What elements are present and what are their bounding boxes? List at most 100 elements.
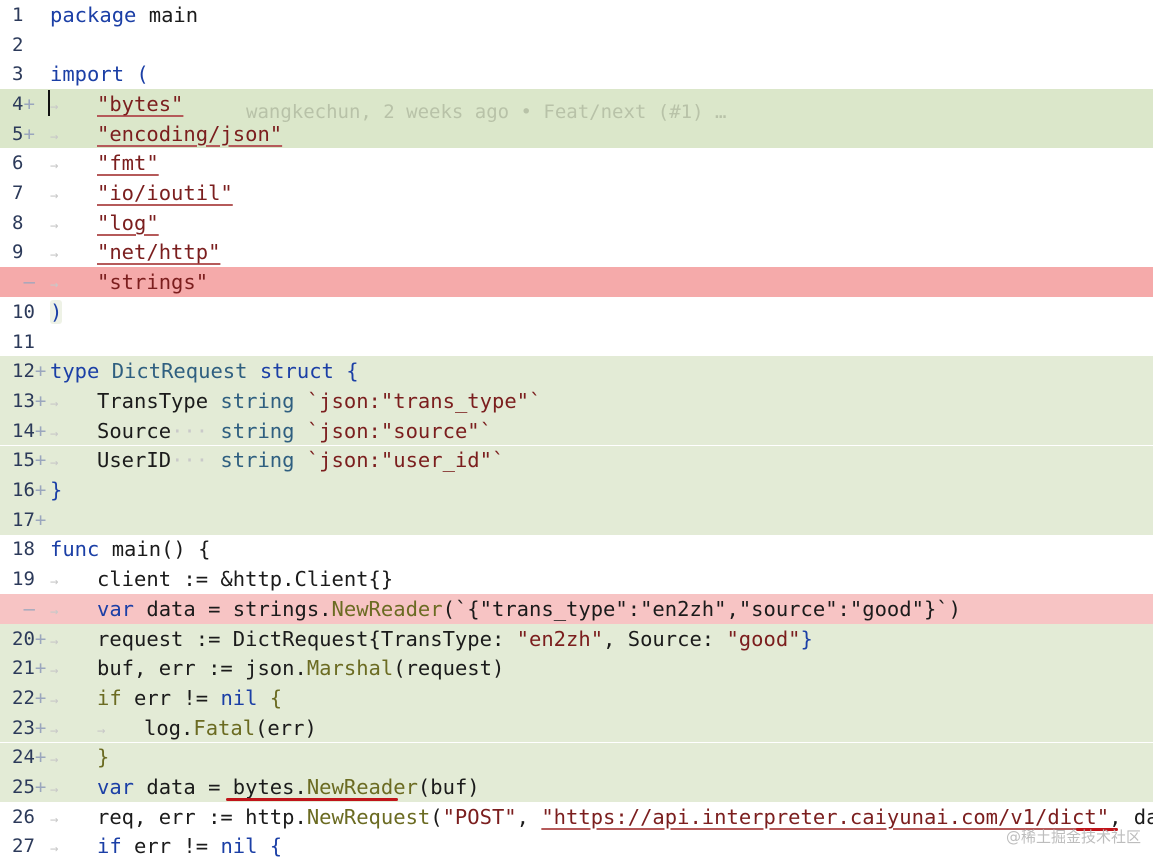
code-text: → "log" xyxy=(50,210,159,235)
code-line-removed[interactable]: — → var data = strings.NewReader(`{"trans… xyxy=(0,594,1153,624)
tab-marker: → xyxy=(50,782,59,799)
code-text: → "fmt" xyxy=(50,151,159,176)
code-text: → if err != nil { xyxy=(50,685,283,710)
code-text: import ( xyxy=(50,62,149,87)
line-number: 11 xyxy=(12,330,35,353)
code-text: func main() { xyxy=(50,537,211,562)
line-number: — xyxy=(23,271,35,294)
tab-marker: → xyxy=(50,633,59,650)
tab-marker: → xyxy=(50,455,59,472)
code-line[interactable]: 26 → req, err := http.NewRequest("POST", … xyxy=(0,802,1153,832)
code-text: → "encoding/json" xyxy=(50,121,283,146)
line-number: 6 xyxy=(12,152,24,175)
line-number: 9 xyxy=(12,241,24,264)
line-number: 7 xyxy=(12,182,24,205)
line-number: 2 xyxy=(12,33,24,56)
line-number: 17+ xyxy=(12,508,47,531)
code-line-added[interactable]: 23+ → → log.Fatal(err) xyxy=(0,712,1153,743)
code-text: package main xyxy=(50,2,199,27)
line-number: 12+ xyxy=(12,360,47,383)
code-line-removed[interactable]: — → "strings" xyxy=(0,267,1153,297)
code-text: → buf, err := json.Marshal(request) xyxy=(50,656,505,681)
code-line-added[interactable]: 25+ → var data = bytes.NewReader(buf) xyxy=(0,772,1153,802)
tab-marker: → xyxy=(50,277,59,294)
code-line-added[interactable]: 13+ → TransType string `json:"trans_type"… xyxy=(0,386,1153,416)
red-pen-underline xyxy=(226,798,398,801)
code-line[interactable]: 10 ) xyxy=(0,297,1153,327)
tab-marker: → xyxy=(50,663,59,680)
code-line-added[interactable]: 21+ → buf, err := json.Marshal(request) xyxy=(0,653,1153,684)
code-line-added[interactable]: 12+ type DictRequest struct { xyxy=(0,356,1153,387)
code-text: → request := DictRequest{TransType: "en2z… xyxy=(50,626,813,651)
tab-marker: → xyxy=(50,128,59,145)
code-text: → Source··· string `json:"source"` xyxy=(50,418,492,443)
code-line-added[interactable]: 16+ } xyxy=(0,475,1153,505)
tab-marker: → xyxy=(50,692,59,709)
line-number: 20+ xyxy=(12,627,47,650)
code-line[interactable]: 11 xyxy=(0,327,1153,357)
line-number: 8 xyxy=(12,211,24,234)
line-number: 21+ xyxy=(12,657,47,680)
line-number: 22+ xyxy=(12,686,47,709)
line-number: 10 xyxy=(12,300,35,323)
code-line[interactable]: 7 → "io/ioutil" xyxy=(0,178,1153,208)
line-number: 27 xyxy=(12,835,35,858)
line-number: 25+ xyxy=(12,776,47,799)
tab-marker: → xyxy=(50,188,59,205)
line-number: 5+ xyxy=(12,122,35,145)
code-text: → req, err := http.NewRequest("POST", "ht… xyxy=(50,804,1153,829)
code-line[interactable]: 6 → "fmt" xyxy=(0,149,1153,179)
code-text: → → log.Fatal(err) xyxy=(50,715,317,740)
code-line-added[interactable]: 17+ xyxy=(0,504,1153,535)
line-number: — xyxy=(23,597,35,620)
code-line[interactable]: 1 package main xyxy=(0,0,1153,30)
code-text: → TransType string `json:"trans_type"` xyxy=(50,388,542,413)
code-editor[interactable]: 1 package main 2 3 import ( 4+ → "bytes" … xyxy=(0,0,1153,858)
tab-marker: → xyxy=(50,811,59,828)
watermark: @稀土掘金技术社区 xyxy=(1005,828,1141,846)
tab-marker: → xyxy=(97,722,106,739)
code-line[interactable]: 27 → if err != nil { xyxy=(0,832,1153,861)
code-line-added[interactable]: 14+ → Source··· string `json:"source"` xyxy=(0,415,1153,446)
line-number: 14+ xyxy=(12,419,47,442)
tab-marker: → xyxy=(50,395,59,412)
git-blame-annotation: wangkechun, 2 weeks ago • Feat/next (#1)… xyxy=(246,101,727,123)
line-number: 26 xyxy=(12,805,35,828)
line-number: 15+ xyxy=(12,449,47,472)
line-number: 16+ xyxy=(12,479,47,502)
code-line[interactable]: 9 → "net/http" xyxy=(0,238,1153,268)
tab-marker: → xyxy=(50,158,59,175)
code-text: →} xyxy=(50,745,110,770)
code-text: ) xyxy=(50,299,63,324)
code-text: → client := &http.Client{} xyxy=(50,567,394,592)
tab-marker: → xyxy=(50,217,59,234)
code-line[interactable]: 2 xyxy=(0,30,1153,60)
tab-marker: → xyxy=(50,425,59,442)
code-line-added[interactable]: 5+ → "encoding/json" xyxy=(0,118,1153,149)
tab-marker: → xyxy=(50,603,59,620)
code-line[interactable]: 8 → "log" xyxy=(0,208,1153,238)
line-number: 24+ xyxy=(12,746,47,769)
tab-marker: → xyxy=(50,574,59,591)
line-number: 3 xyxy=(12,63,24,86)
line-number: 19 xyxy=(12,568,35,591)
code-line[interactable]: 18 func main() { xyxy=(0,535,1153,565)
tab-marker: → xyxy=(50,752,59,769)
code-line-added[interactable]: 15+ → UserID··· string `json:"user_id"` xyxy=(0,445,1153,476)
code-line-added[interactable]: 22+ → if err != nil { xyxy=(0,683,1153,713)
line-number: 23+ xyxy=(12,716,47,739)
line-number: 1 xyxy=(12,3,24,26)
code-text: → "net/http" xyxy=(50,240,221,265)
tab-marker: → xyxy=(50,247,59,264)
line-number: 4+ xyxy=(12,92,35,115)
code-line-added[interactable]: 24+ →} xyxy=(0,742,1153,773)
tab-marker: → xyxy=(50,722,59,739)
text-cursor xyxy=(48,90,50,116)
tab-marker: → xyxy=(50,98,59,115)
code-line[interactable]: 19 → client := &http.Client{} xyxy=(0,564,1153,594)
code-text: → UserID··· string `json:"user_id"` xyxy=(50,448,505,473)
code-line[interactable]: 3 import ( xyxy=(0,59,1153,89)
code-line-added[interactable]: 20+ → request := DictRequest{TransType: "… xyxy=(0,623,1153,654)
line-number: 13+ xyxy=(12,389,47,412)
code-text: → var data = strings.NewReader(`{"trans_t… xyxy=(50,596,961,621)
